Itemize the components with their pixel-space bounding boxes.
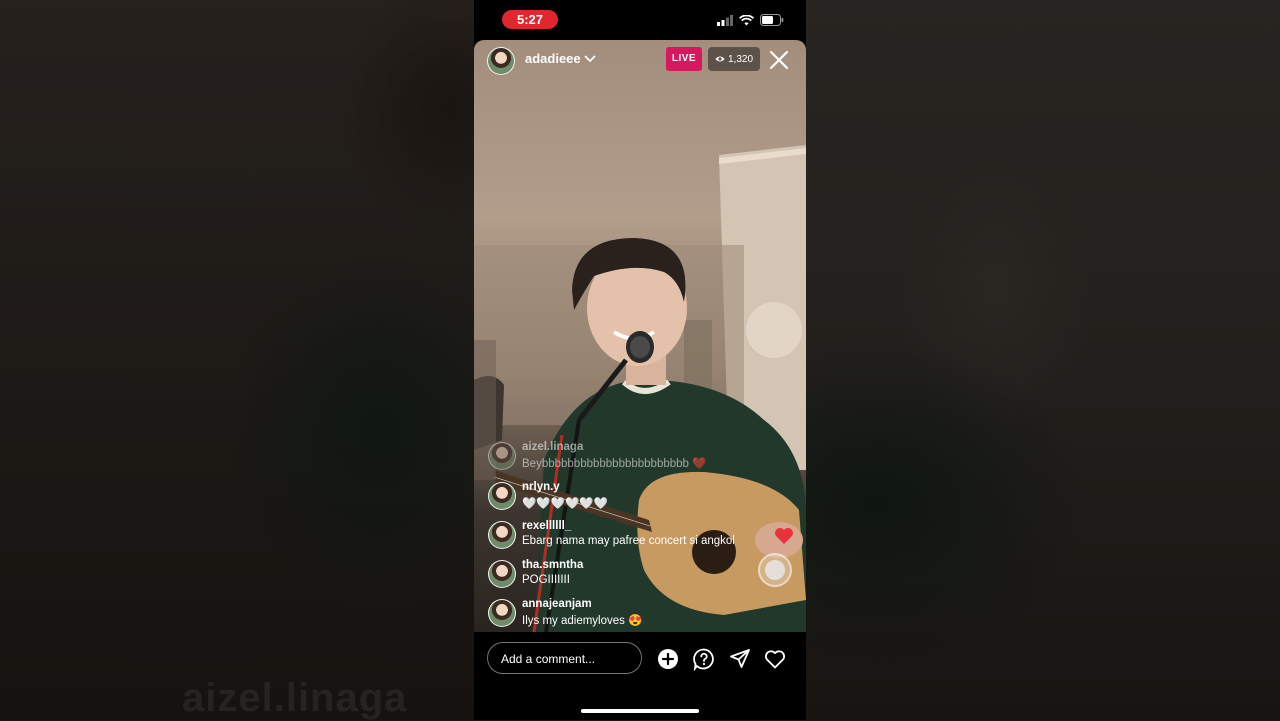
commenter-username[interactable]: aizel.linaga (522, 441, 583, 453)
commenter-username[interactable]: nrlyn.y (522, 481, 560, 493)
commenter-username[interactable]: tha.smntha (522, 559, 583, 571)
comment-text: POGIIIIIII (522, 574, 570, 586)
heart-reaction-icon (775, 528, 793, 544)
send-icon[interactable] (728, 647, 752, 671)
close-icon[interactable] (768, 49, 790, 71)
add-icon[interactable] (656, 647, 680, 671)
comment-item: annajeanjam Ilys my adiemyloves 😍 (488, 597, 788, 633)
comment-text: Ilys my adiemyloves 😍 (522, 615, 643, 627)
commenter-avatar[interactable] (488, 442, 516, 470)
comment-text: Beybbbbbbbbbbbbbbbbbbbbbbb ❤️ (522, 458, 707, 470)
live-badge: LIVE (666, 47, 702, 71)
commenter-avatar[interactable] (488, 599, 516, 627)
background-blur-left (0, 0, 474, 720)
phone-frame: 5:27 adadieee LIVE 1,320 aizel.linaga Be… (474, 0, 806, 720)
host-avatar[interactable] (487, 47, 515, 75)
commenter-avatar[interactable] (488, 521, 516, 549)
host-username[interactable]: adadieee (525, 51, 581, 66)
commenter-username[interactable]: annajeanjam (522, 598, 592, 610)
comment-item: tha.smntha POGIIIIIII (488, 558, 788, 594)
commenter-avatar[interactable] (488, 482, 516, 510)
home-indicator[interactable] (581, 709, 699, 713)
eye-icon (715, 56, 725, 62)
commenter-avatar[interactable] (488, 560, 516, 588)
battery-icon (760, 14, 784, 26)
bottom-bar: Add a comment... (474, 632, 806, 720)
viewer-count: 1,320 (727, 53, 754, 65)
heart-icon[interactable] (763, 647, 787, 671)
comment-text: 🤍🤍🤍🤍🤍🤍 (522, 498, 608, 510)
background-blur-right (806, 0, 1280, 720)
comment-item: nrlyn.y 🤍🤍🤍🤍🤍🤍 (488, 480, 788, 516)
live-header: adadieee LIVE 1,320 (474, 40, 806, 80)
status-time: 5:27 (502, 10, 558, 29)
wifi-icon (739, 14, 754, 25)
status-icons (717, 14, 784, 26)
signal-icon (717, 14, 733, 26)
comment-item: aizel.linaga Beybbbbbbbbbbbbbbbbbbbbbbb … (488, 440, 788, 476)
record-button[interactable] (758, 553, 792, 587)
comment-input[interactable]: Add a comment... (487, 642, 642, 674)
commenter-username[interactable]: rexellllll_ (522, 520, 571, 532)
status-bar: 5:27 (474, 0, 806, 40)
chevron-down-icon[interactable] (584, 54, 596, 64)
comment-item: rexellllll_ Ebarg nama may pafree concer… (488, 519, 788, 555)
background-watermark: aizel.linaga (182, 676, 408, 720)
comment-text: Ebarg nama may pafree concert si angkol (522, 535, 735, 547)
viewer-count-badge[interactable]: 1,320 (708, 47, 760, 71)
question-icon[interactable] (692, 647, 716, 671)
